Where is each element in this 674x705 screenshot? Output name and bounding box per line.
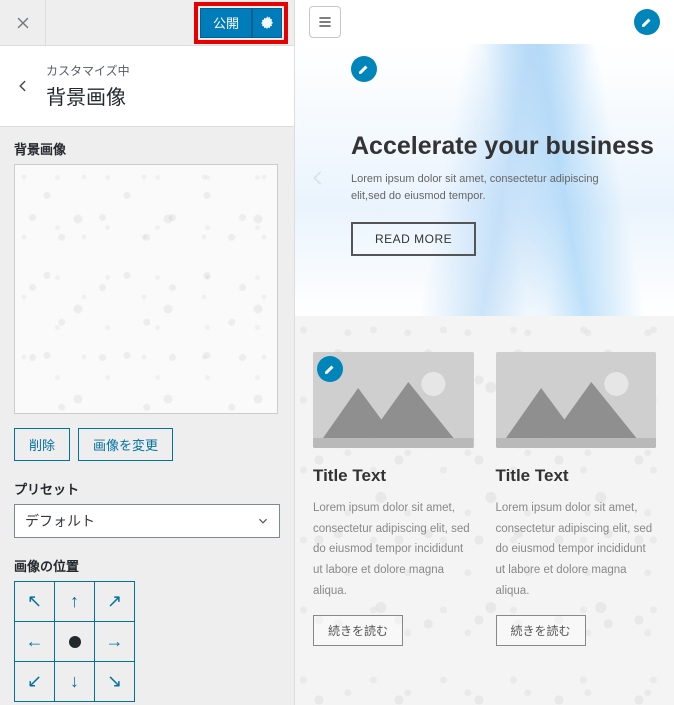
position-right[interactable]: → [95, 622, 135, 662]
image-actions: 削除 画像を変更 [14, 428, 280, 461]
card-image-placeholder [496, 352, 657, 448]
arrow-down-right-icon: ↘ [107, 671, 122, 692]
hero-section: Accelerate your business Lorem ipsum dol… [295, 44, 674, 316]
position-center[interactable] [55, 622, 95, 662]
panel-topbar: 公開 [0, 0, 294, 46]
card-title: Title Text [313, 466, 474, 486]
gear-icon [260, 16, 274, 30]
hamburger-icon [317, 14, 333, 30]
background-image-preview[interactable] [14, 164, 278, 414]
edit-cards-button[interactable] [317, 356, 343, 382]
preset-label: プリセット [14, 479, 280, 498]
back-button[interactable] [0, 79, 46, 93]
position-left[interactable]: ← [15, 622, 55, 662]
delete-image-button[interactable]: 削除 [14, 428, 70, 461]
pencil-icon [357, 62, 371, 76]
card-readmore-button[interactable]: 続きを読む [496, 615, 586, 646]
menu-button[interactable] [309, 6, 341, 38]
hero-title: Accelerate your business [351, 132, 656, 161]
edit-header-button[interactable] [634, 9, 660, 35]
preset-select-value: デフォルト [25, 511, 95, 531]
slider-prev-button[interactable] [309, 167, 327, 193]
arrow-up-left-icon: ↖ [27, 591, 42, 612]
section-title: 背景画像 [46, 81, 130, 110]
arrow-up-icon: ↑ [70, 591, 79, 612]
card-text: Lorem ipsum dolor sit amet, consectetur … [496, 498, 657, 601]
card-text: Lorem ipsum dolor sit amet, consectetur … [313, 498, 474, 601]
change-image-button[interactable]: 画像を変更 [78, 428, 173, 461]
pencil-icon [640, 15, 654, 29]
dot-icon [69, 636, 81, 648]
chevron-down-icon [257, 515, 269, 527]
position-top-right[interactable]: ↗ [95, 582, 135, 622]
panel-heading: カスタマイズ中 背景画像 [0, 46, 294, 127]
arrow-up-right-icon: ↗ [107, 591, 122, 612]
position-top-left[interactable]: ↖ [15, 582, 55, 622]
arrow-left-icon: ← [26, 631, 44, 652]
pencil-icon [323, 362, 337, 376]
position-bottom-left[interactable]: ↙ [15, 662, 55, 702]
background-image-label: 背景画像 [14, 139, 280, 158]
hero-text: Lorem ipsum dolor sit amet, consectetur … [351, 171, 611, 204]
close-customizer-button[interactable] [0, 0, 46, 46]
preview-header [295, 0, 674, 44]
site-preview: Accelerate your business Lorem ipsum dol… [295, 0, 674, 705]
arrow-right-icon: → [106, 631, 124, 652]
heading-text: カスタマイズ中 背景画像 [46, 62, 130, 110]
feature-card: Title Text Lorem ipsum dolor sit amet, c… [313, 352, 474, 705]
position-top[interactable]: ↑ [55, 582, 95, 622]
chevron-left-icon [16, 79, 30, 93]
position-grid: ↖ ↑ ↗ ← → ↙ ↓ ↘ [14, 581, 135, 702]
arrow-down-icon: ↓ [70, 671, 79, 692]
customize-panel: 公開 カスタマイズ中 背景画像 背景画像 削除 画像を変更 プリセット [0, 0, 295, 705]
image-position-label: 画像の位置 [14, 556, 280, 575]
card-readmore-button[interactable]: 続きを読む [313, 615, 403, 646]
chevron-left-icon [309, 169, 327, 187]
breadcrumb: カスタマイズ中 [46, 62, 130, 79]
hero-readmore-button[interactable]: READ MORE [351, 222, 476, 256]
position-bottom[interactable]: ↓ [55, 662, 95, 702]
close-icon [16, 16, 30, 30]
mountain-placeholder-icon [496, 352, 657, 448]
cards-section: Title Text Lorem ipsum dolor sit amet, c… [295, 316, 674, 705]
card-title: Title Text [496, 466, 657, 486]
preset-select[interactable]: デフォルト [14, 504, 280, 538]
publish-button[interactable]: 公開 [200, 8, 252, 38]
feature-card: Title Text Lorem ipsum dolor sit amet, c… [496, 352, 657, 705]
arrow-down-left-icon: ↙ [27, 671, 42, 692]
edit-hero-button[interactable] [351, 56, 377, 82]
publish-settings-button[interactable] [252, 8, 282, 38]
position-bottom-right[interactable]: ↘ [95, 662, 135, 702]
panel-body: 背景画像 削除 画像を変更 プリセット デフォルト 画像の位置 ↖ ↑ ↗ ← … [0, 127, 294, 705]
annotation-highlight: 公開 [194, 2, 288, 44]
publish-area: 公開 [194, 0, 294, 45]
